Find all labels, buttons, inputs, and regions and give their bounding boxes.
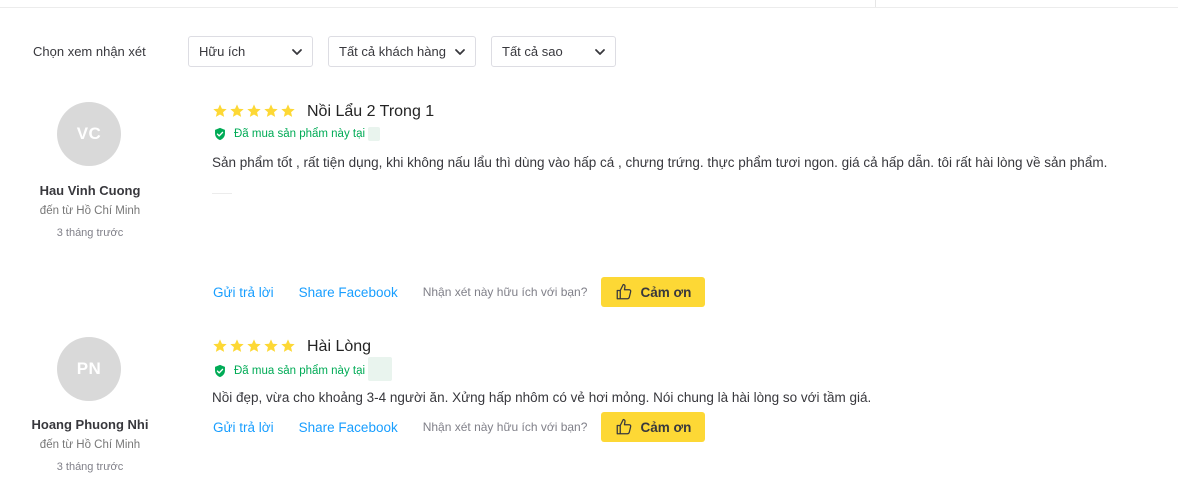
- helpful-question: Nhận xét này hữu ích với bạn?: [422, 420, 588, 434]
- avatar: VC: [57, 102, 121, 166]
- store-name-blurred: [368, 357, 393, 381]
- sort-select[interactable]: Hữu ích: [188, 36, 313, 67]
- review-time: 3 tháng trước: [56, 461, 124, 473]
- star-icon: [247, 339, 261, 352]
- rating-stars: [212, 338, 296, 354]
- top-divider-tick: [875, 0, 876, 7]
- share-facebook-link[interactable]: Share Facebook: [299, 420, 398, 435]
- review-time: 3 tháng trước: [56, 227, 124, 239]
- chevron-down-icon: [455, 48, 465, 55]
- thanks-label: Cảm ơn: [640, 284, 692, 300]
- reviewer-name: Hau Vinh Cuong: [39, 183, 141, 198]
- review-content: Sản phẩm tốt , rất tiện dụng, khi không …: [212, 155, 1108, 170]
- star-icon: [264, 339, 278, 352]
- thumbs-up-icon: [617, 418, 632, 435]
- chevron-down-icon: [595, 48, 605, 55]
- top-divider: [0, 7, 1178, 8]
- review-actions: Gửi trả lời Share Facebook Nhận xét này …: [213, 412, 706, 442]
- chevron-down-icon: [292, 48, 302, 55]
- reviewer-location: đến từ Hồ Chí Minh: [39, 439, 141, 451]
- shield-check-icon: [215, 364, 225, 378]
- star-icon: [213, 339, 227, 352]
- store-name-blurred: [368, 127, 381, 141]
- verified-text: Đã mua sản phẩm này tại: [234, 365, 366, 377]
- star-icon: [247, 104, 261, 117]
- verified-text: Đã mua sản phẩm này tại: [234, 128, 366, 140]
- review-filter-bar: Chọn xem nhận xét Hữu ích Tất cả khách h…: [33, 36, 631, 67]
- star-select[interactable]: Tất cả sao: [491, 36, 616, 67]
- helpful-question: Nhận xét này hữu ích với bạn?: [422, 285, 588, 299]
- sort-select-value: Hữu ích: [199, 44, 246, 59]
- filter-label: Chọn xem nhận xét: [33, 44, 146, 59]
- star-select-value: Tất cả sao: [502, 44, 563, 59]
- star-icon: [281, 104, 295, 117]
- divider-mark: [212, 193, 232, 194]
- star-icon: [230, 339, 244, 352]
- review-actions: Gửi trả lời Share Facebook Nhận xét này …: [213, 277, 706, 307]
- thanks-button[interactable]: Cảm ơn: [601, 412, 706, 442]
- thanks-label: Cảm ơn: [640, 419, 692, 435]
- rating-stars: [212, 103, 296, 119]
- star-icon: [281, 339, 295, 352]
- review-title: Hài Lòng: [307, 338, 372, 355]
- reply-link[interactable]: Gửi trả lời: [213, 285, 274, 300]
- star-icon: [213, 104, 227, 117]
- verified-purchase: Đã mua sản phẩm này tại: [213, 127, 381, 141]
- review-content: Nồi đẹp, vừa cho khoảng 3-4 người ăn. Xử…: [212, 390, 872, 405]
- customer-select-value: Tất cả khách hàng: [339, 44, 446, 59]
- verified-purchase: Đã mua sản phẩm này tại: [213, 357, 393, 381]
- reply-link[interactable]: Gửi trả lời: [213, 420, 274, 435]
- shield-check-icon: [215, 127, 225, 141]
- share-facebook-link[interactable]: Share Facebook: [299, 285, 398, 300]
- star-icon: [230, 104, 244, 117]
- reviewer-name: Hoang Phuong Nhi: [31, 417, 149, 432]
- review-title: Nồi Lẩu 2 Trong 1: [307, 103, 435, 120]
- customer-select[interactable]: Tất cả khách hàng: [328, 36, 476, 67]
- star-icon: [264, 104, 278, 117]
- thumbs-up-icon: [617, 283, 632, 300]
- avatar: PN: [57, 337, 121, 401]
- reviewer-location: đến từ Hồ Chí Minh: [39, 205, 141, 217]
- thanks-button[interactable]: Cảm ơn: [601, 277, 706, 307]
